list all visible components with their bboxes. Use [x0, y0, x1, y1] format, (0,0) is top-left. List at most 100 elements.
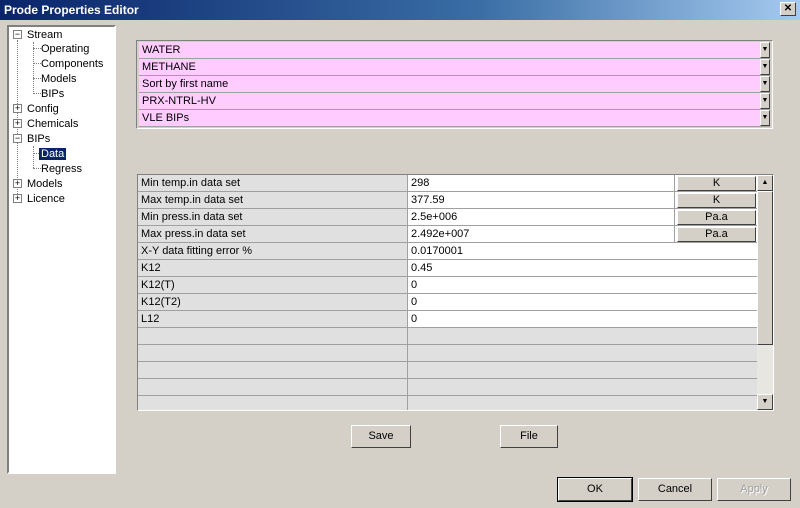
selector-group: WATER ▼ METHANE ▼ Sort by first name ▼ P… — [136, 40, 773, 129]
ok-button[interactable]: OK — [557, 477, 633, 502]
tree-item-label: BIPs — [41, 88, 65, 100]
expand-icon[interactable]: + — [13, 194, 22, 203]
expand-icon[interactable]: + — [13, 119, 22, 128]
window-title: Prode Properties Editor — [4, 3, 139, 17]
title-bar: Prode Properties Editor ✕ — [0, 0, 800, 20]
property-label: K12(T2) — [138, 294, 408, 311]
select-value: PRX-NTRL-HV — [142, 95, 216, 107]
chevron-down-icon[interactable]: ▼ — [760, 76, 770, 92]
property-value-field[interactable]: 377.59 — [408, 192, 675, 209]
empty-table-row — [138, 345, 758, 362]
unit-cell: K — [675, 192, 758, 209]
file-button[interactable]: File — [500, 425, 558, 448]
empty-cell — [408, 345, 758, 362]
apply-button[interactable]: Apply — [717, 478, 791, 501]
tree-item-config[interactable]: + Config — [13, 102, 61, 116]
property-label: Max press.in data set — [138, 226, 408, 243]
table-row: K12(T) 0 — [138, 277, 758, 294]
tree-item-label: Operating — [41, 43, 90, 55]
tree-item-data[interactable]: Data — [39, 147, 67, 161]
chevron-down-icon[interactable]: ▼ — [760, 59, 770, 75]
select-value: Sort by first name — [142, 78, 229, 90]
vertical-scrollbar[interactable]: ▲ ▼ — [757, 175, 773, 410]
empty-cell — [138, 379, 408, 396]
model-select[interactable]: PRX-NTRL-HV ▼ — [139, 93, 770, 110]
unit-cell: Pa.a — [675, 209, 758, 226]
tree-item-label: Regress — [41, 163, 82, 175]
tree-item-label: Models — [27, 178, 63, 190]
property-label: K12(T) — [138, 277, 408, 294]
tree-item-bips[interactable]: − BIPs — [13, 132, 52, 146]
property-label: X-Y data fitting error % — [138, 243, 408, 260]
expand-icon[interactable]: + — [13, 104, 22, 113]
empty-cell — [138, 362, 408, 379]
tree-item-licence[interactable]: + Licence — [13, 192, 67, 206]
component-2-select[interactable]: METHANE ▼ — [139, 59, 770, 76]
empty-cell — [138, 328, 408, 345]
chevron-down-icon[interactable]: ▼ — [760, 110, 770, 126]
tree-item-label: Config — [27, 103, 59, 115]
tree-item-components[interactable]: Components — [39, 57, 105, 71]
component-1-select[interactable]: WATER ▼ — [139, 42, 770, 59]
empty-table-row — [138, 328, 758, 345]
table-row: X-Y data fitting error % 0.0170001 — [138, 243, 758, 260]
scroll-up-icon[interactable]: ▲ — [757, 175, 773, 191]
property-value-field[interactable]: 298 — [408, 175, 675, 192]
chevron-down-icon[interactable]: ▼ — [760, 93, 770, 109]
unit-button[interactable]: Pa.a — [677, 227, 756, 242]
table-row: Max press.in data set 2.492e+007 Pa.a — [138, 226, 758, 243]
property-value-field[interactable]: 2.492e+007 — [408, 226, 675, 243]
property-label: Min press.in data set — [138, 209, 408, 226]
save-button[interactable]: Save — [351, 425, 411, 448]
tree-item-label: Stream — [27, 29, 63, 41]
tree-item-label: BIPs — [27, 133, 51, 145]
empty-table-row — [138, 396, 758, 410]
table-row: Max temp.in data set 377.59 K — [138, 192, 758, 209]
close-icon[interactable]: ✕ — [780, 2, 796, 16]
unit-button[interactable]: K — [677, 193, 756, 208]
collapse-icon[interactable]: − — [13, 134, 22, 143]
chevron-down-icon[interactable]: ▼ — [760, 42, 770, 58]
empty-table-row — [138, 362, 758, 379]
unit-cell: K — [675, 175, 758, 192]
navigation-tree[interactable]: − Stream Operating Components Models BIP… — [7, 25, 116, 474]
tree-item-label: Components — [41, 58, 104, 70]
empty-cell — [408, 379, 758, 396]
tree-item-models[interactable]: Models — [39, 72, 78, 86]
tree-item-operating[interactable]: Operating — [39, 42, 91, 56]
tree-item-stream[interactable]: − Stream — [13, 28, 64, 42]
cancel-button[interactable]: Cancel — [638, 478, 712, 501]
tree-item-label: Models — [41, 73, 77, 85]
property-value-field[interactable]: 0.0170001 — [408, 243, 758, 260]
unit-button[interactable]: K — [677, 176, 756, 191]
sort-select[interactable]: Sort by first name ▼ — [139, 76, 770, 93]
bip-type-select[interactable]: VLE BIPs ▼ — [139, 110, 770, 127]
property-label: Max temp.in data set — [138, 192, 408, 209]
scroll-down-icon[interactable]: ▼ — [757, 394, 773, 410]
tree-item-models-root[interactable]: + Models — [13, 177, 64, 191]
unit-cell: Pa.a — [675, 226, 758, 243]
property-value-field[interactable]: 0.45 — [408, 260, 758, 277]
property-value-field[interactable]: 0 — [408, 294, 758, 311]
table-row: K12(T2) 0 — [138, 294, 758, 311]
tree-item-stream-bips[interactable]: BIPs — [39, 87, 66, 101]
scroll-thumb[interactable] — [757, 191, 773, 345]
property-label: Min temp.in data set — [138, 175, 408, 192]
tree-line — [33, 146, 34, 168]
property-value-field[interactable]: 0 — [408, 311, 758, 328]
tree-line — [33, 42, 34, 94]
bip-data-grid: Min temp.in data set 298 K Max temp.in data… — [137, 174, 774, 411]
tree-item-chemicals[interactable]: + Chemicals — [13, 117, 80, 131]
empty-cell — [408, 396, 758, 410]
expand-icon[interactable]: + — [13, 179, 22, 188]
tree-item-label: Licence — [27, 193, 65, 205]
tree-item-regress[interactable]: Regress — [39, 162, 84, 176]
empty-cell — [408, 328, 758, 345]
property-value-field[interactable]: 0 — [408, 277, 758, 294]
property-value-field[interactable]: 2.5e+006 — [408, 209, 675, 226]
unit-button[interactable]: Pa.a — [677, 210, 756, 225]
property-label: L12 — [138, 311, 408, 328]
empty-cell — [408, 362, 758, 379]
collapse-icon[interactable]: − — [13, 30, 22, 39]
empty-cell — [138, 345, 408, 362]
